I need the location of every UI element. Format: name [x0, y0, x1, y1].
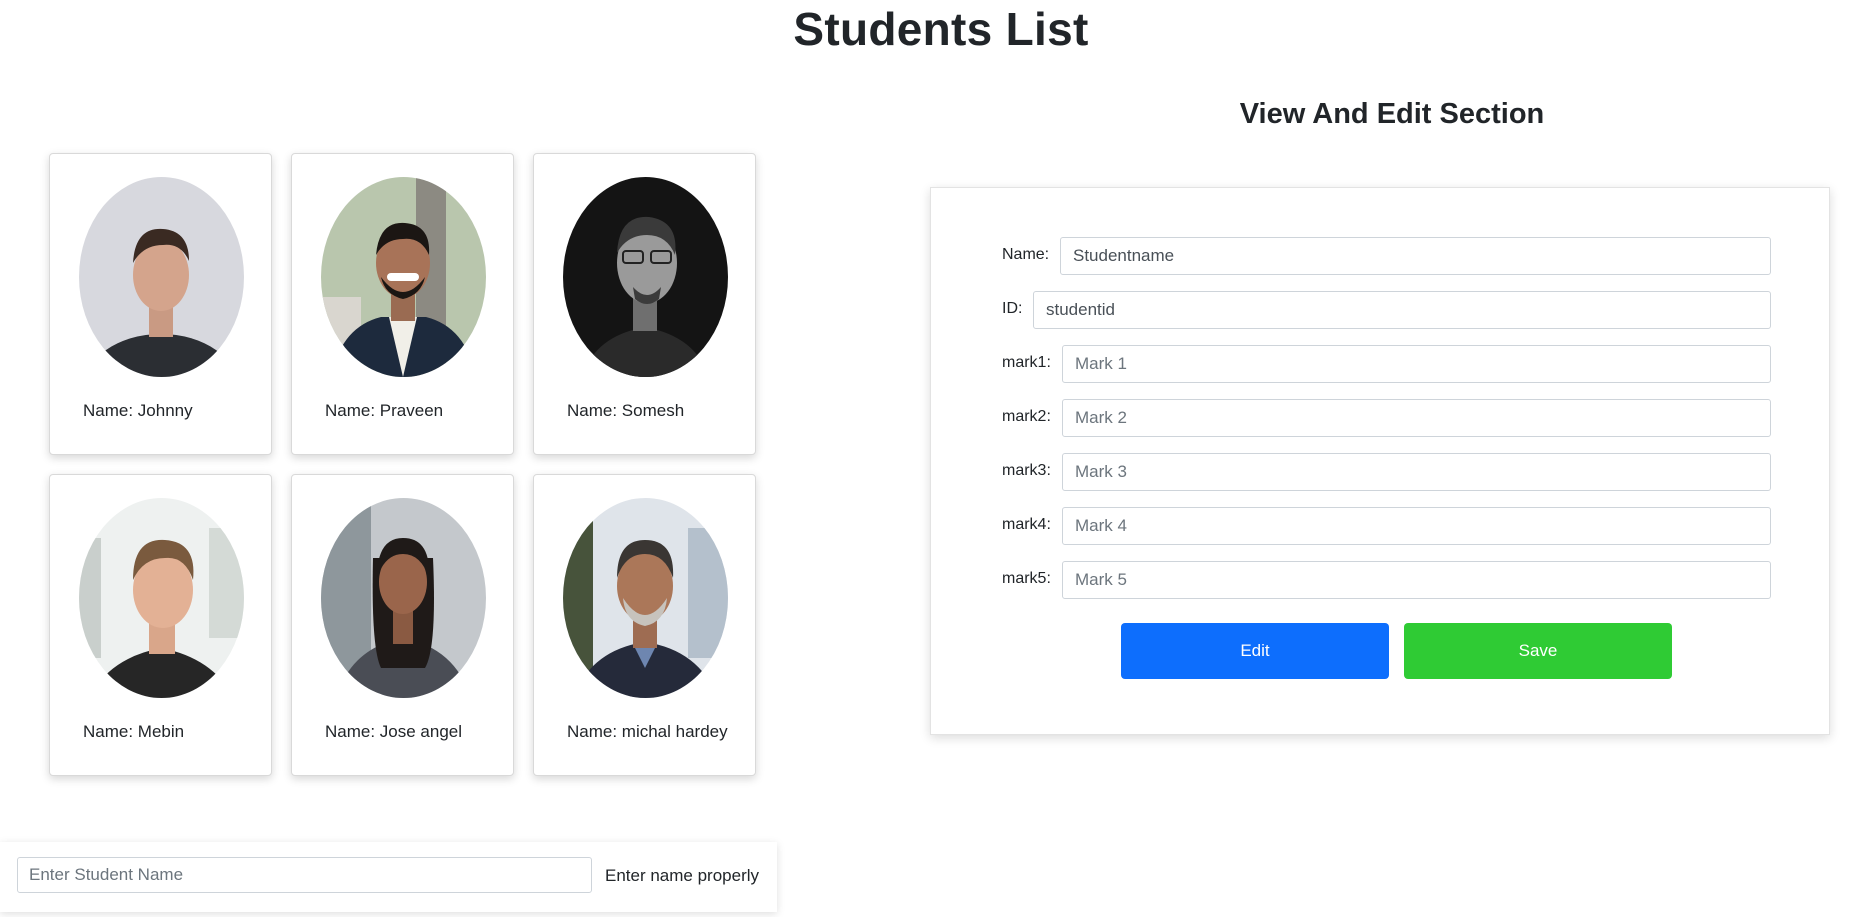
mark3-field[interactable] — [1062, 453, 1771, 491]
student-name: Name: Somesh — [567, 401, 685, 420]
search-hint: Enter name properly — [605, 866, 760, 885]
edit-form-panel: Name: ID: mark1: mark2: mark3: mark4: ma… — [930, 187, 1830, 735]
name-field[interactable] — [1060, 237, 1771, 275]
mark4-label: mark4: — [1002, 516, 1051, 533]
id-field[interactable] — [1033, 291, 1771, 329]
student-photo — [79, 177, 244, 377]
student-card-jose-angel[interactable]: Name: Jose angel — [291, 474, 514, 776]
student-card-michal-hardey[interactable]: Name: michal hardey — [533, 474, 756, 776]
student-name: Name: Johnny — [83, 401, 193, 420]
student-search-input[interactable] — [17, 857, 592, 893]
student-name: Name: Jose angel — [325, 722, 463, 741]
person-photo-icon — [563, 498, 728, 698]
person-photo-icon — [321, 177, 486, 377]
section-title: View And Edit Section — [1239, 98, 1545, 130]
student-name: Name: Mebin — [83, 722, 185, 741]
page-title: Students List — [793, 3, 1089, 55]
mark1-field[interactable] — [1062, 345, 1771, 383]
student-card-johnny[interactable]: Name: Johnny — [49, 153, 272, 455]
student-name: Name: michal hardey — [567, 722, 728, 741]
student-card-mebin[interactable]: Name: Mebin — [49, 474, 272, 776]
person-photo-icon — [321, 498, 486, 698]
name-label: Name: — [1002, 246, 1050, 263]
mark5-label: mark5: — [1002, 570, 1051, 587]
mark2-field[interactable] — [1062, 399, 1771, 437]
mark2-label: mark2: — [1002, 408, 1051, 425]
student-card-somesh[interactable]: Name: Somesh — [533, 153, 756, 455]
student-card-praveen[interactable]: Name: Praveen — [291, 153, 514, 455]
mark3-label: mark3: — [1002, 462, 1051, 479]
person-photo-icon — [79, 177, 244, 377]
person-photo-icon — [79, 498, 244, 698]
student-name: Name: Praveen — [325, 401, 444, 420]
mark4-field[interactable] — [1062, 507, 1771, 545]
search-bar: Enter name properly — [0, 842, 777, 912]
person-photo-icon — [563, 177, 728, 377]
save-button[interactable]: Save — [1404, 623, 1672, 679]
id-label: ID: — [1002, 300, 1023, 317]
edit-button[interactable]: Edit — [1121, 623, 1389, 679]
student-photo — [563, 498, 728, 698]
student-photo — [563, 177, 728, 377]
page: Students List Name: Johnny Name: Praveen… — [0, 0, 1854, 917]
student-photo — [79, 498, 244, 698]
mark1-label: mark1: — [1002, 354, 1051, 371]
student-photo — [321, 177, 486, 377]
student-photo — [321, 498, 486, 698]
mark5-field[interactable] — [1062, 561, 1771, 599]
